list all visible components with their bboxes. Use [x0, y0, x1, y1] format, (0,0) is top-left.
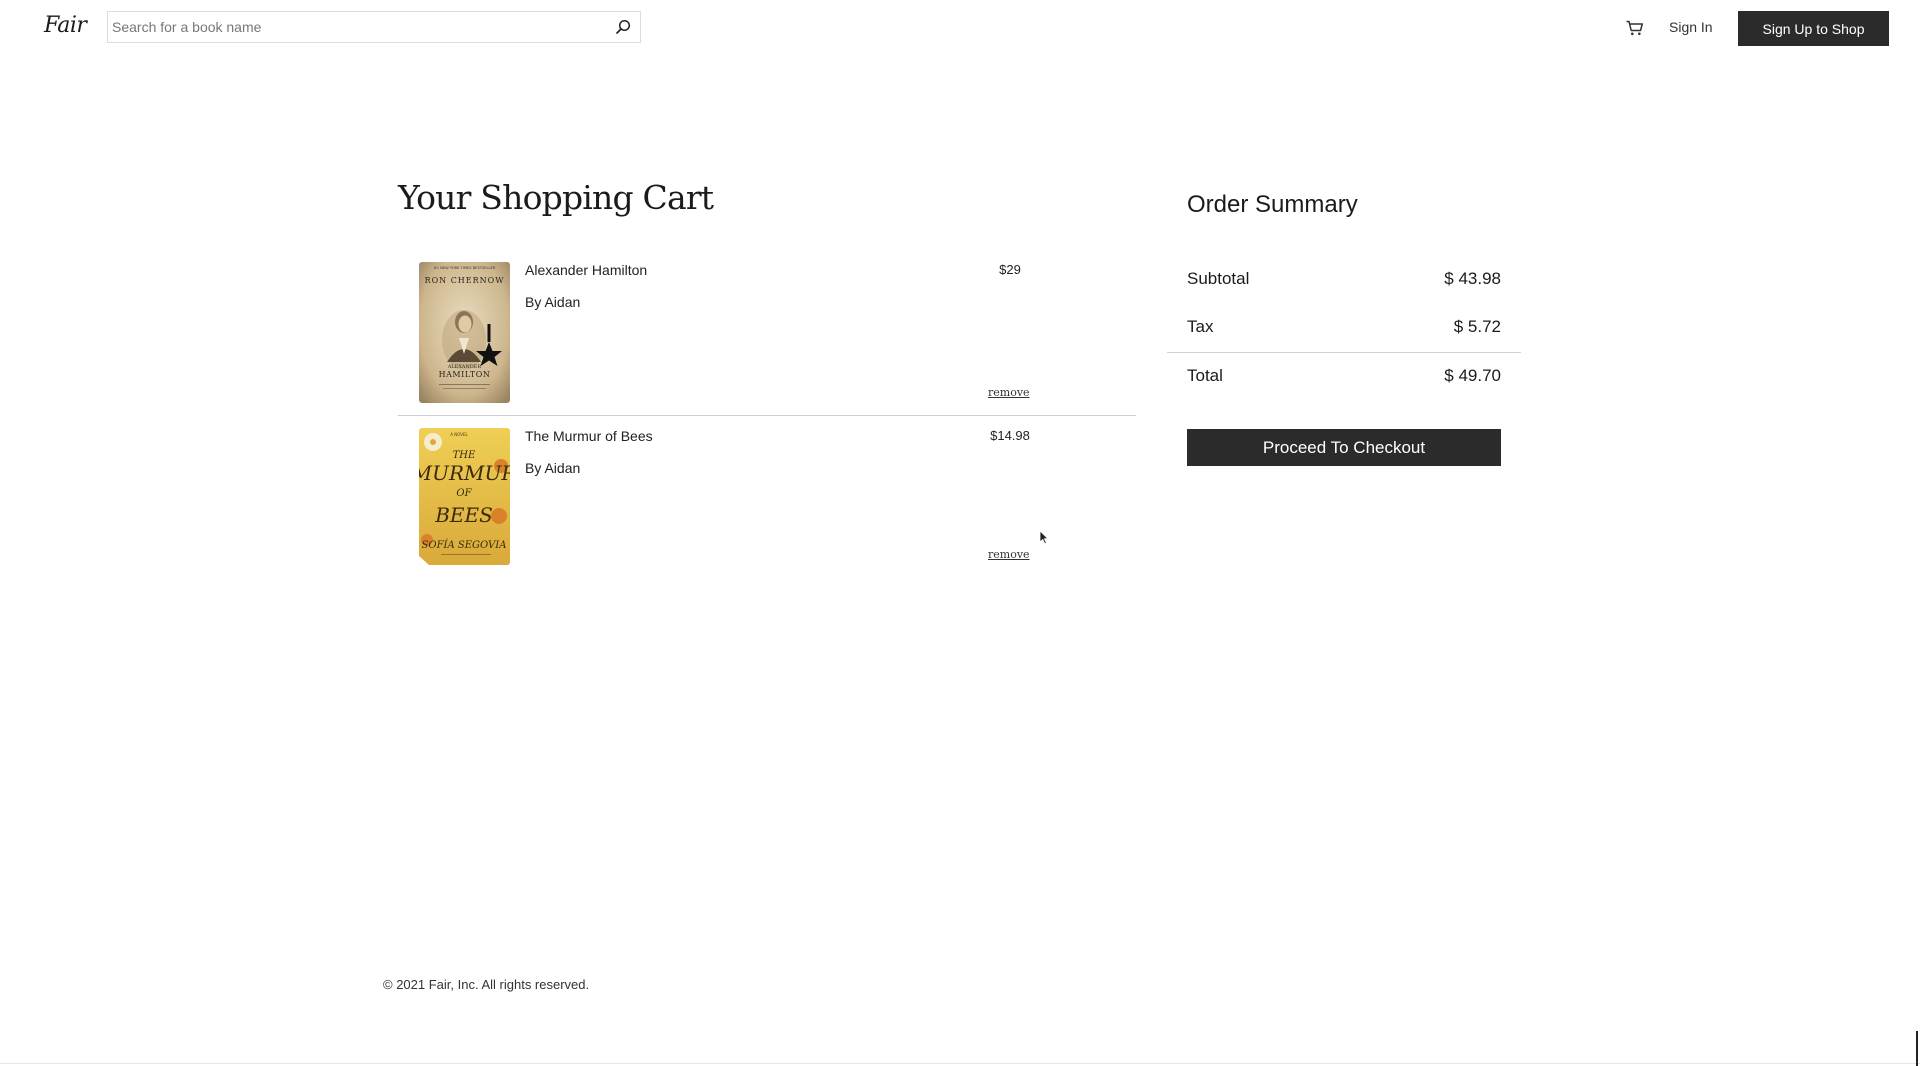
sign-up-button[interactable]: Sign Up to Shop	[1738, 11, 1889, 46]
cover-word-of: OF	[456, 488, 472, 499]
footer-copyright: © 2021 Fair, Inc. All rights reserved.	[383, 977, 590, 992]
book-price: $14.98	[990, 428, 1030, 443]
tax-label: Tax	[1187, 317, 1214, 336]
cover-author: SOFÍA SEGOVIA	[422, 539, 507, 551]
total-value: $ 49.70	[1444, 366, 1501, 385]
subtotal-value: $ 43.98	[1444, 269, 1501, 288]
search-input[interactable]	[112, 12, 602, 42]
search-bar[interactable]	[107, 11, 641, 43]
cover-word-bees: BEES	[434, 503, 493, 527]
book-cover-image[interactable]: A NOVEL THE MURMUR OF BEES SOFÍA SEGOVIA	[419, 428, 510, 565]
book-author: By Aidan	[525, 460, 581, 476]
tax-value: $ 5.72	[1453, 317, 1501, 336]
page-title: Your Shopping Cart	[398, 178, 714, 217]
search-icon[interactable]	[614, 18, 632, 36]
cart-icon[interactable]	[1625, 18, 1645, 38]
sign-in-link[interactable]: Sign In	[1669, 19, 1713, 35]
cover-title-line2: HAMILTON	[439, 370, 491, 379]
cover-top-text: #1 NEW YORK TIMES BESTSELLER	[434, 266, 496, 270]
subtotal-label: Subtotal	[1187, 269, 1250, 288]
top-nav: Fair Sign In Sign Up to Shop	[0, 0, 1920, 56]
order-summary-title: Order Summary	[1187, 191, 1358, 218]
page-bottom-border	[0, 1063, 1920, 1064]
summary-divider	[1167, 352, 1521, 353]
book-title[interactable]: The Murmur of Bees	[525, 428, 653, 444]
cart-item: #1 NEW YORK TIMES BESTSELLER RON CHERNOW…	[398, 262, 1136, 416]
cover-top-text: A NOVEL	[450, 432, 468, 437]
cover-word-the: THE	[453, 450, 476, 461]
total-label: Total	[1187, 366, 1223, 385]
book-cover-image[interactable]: #1 NEW YORK TIMES BESTSELLER RON CHERNOW…	[419, 262, 510, 403]
cover-author: RON CHERNOW	[425, 276, 505, 285]
book-title[interactable]: Alexander Hamilton	[525, 262, 647, 278]
cart-item: A NOVEL THE MURMUR OF BEES SOFÍA SEGOVIA…	[398, 428, 1136, 568]
cover-word-murmur: MURMUR	[419, 461, 510, 485]
remove-button[interactable]: remove	[988, 548, 1030, 561]
remove-button[interactable]: remove	[988, 386, 1030, 399]
scrollbar-thumb[interactable]	[1916, 1031, 1918, 1066]
mouse-pointer-icon	[1039, 530, 1049, 545]
checkout-button[interactable]: Proceed To Checkout	[1187, 429, 1501, 466]
book-price: $29	[999, 262, 1021, 277]
book-author: By Aidan	[525, 294, 581, 310]
fair-logo[interactable]: Fair	[44, 13, 87, 38]
